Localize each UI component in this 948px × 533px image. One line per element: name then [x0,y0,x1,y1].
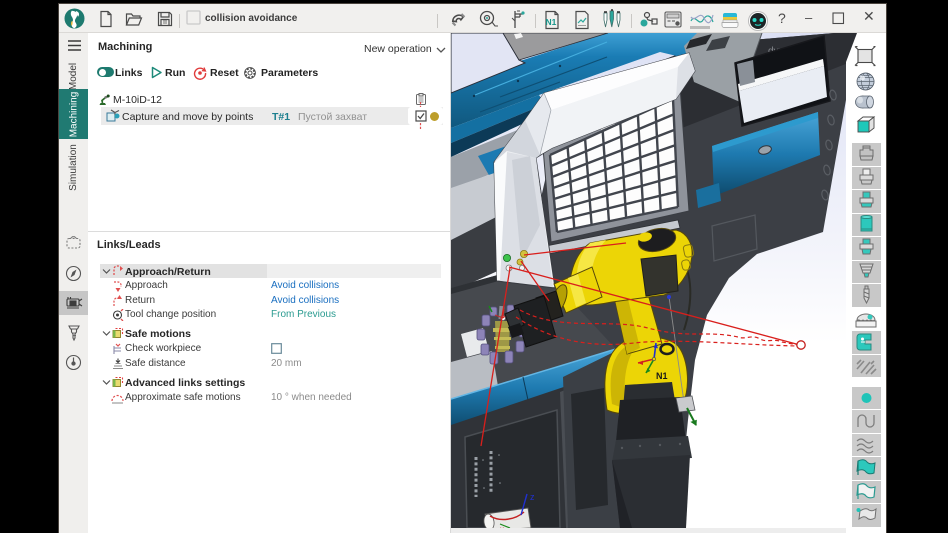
svg-text:N1: N1 [546,17,557,27]
svg-text:z: z [530,492,535,502]
svg-text:N1: N1 [656,371,668,381]
